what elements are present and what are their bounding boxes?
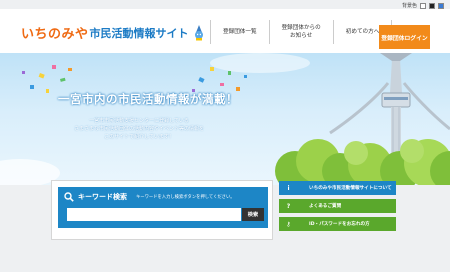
search-button[interactable]: 検索 [242,208,264,221]
nav-group-news[interactable]: 登録団体からの お知らせ [268,20,333,44]
nav-registered-groups[interactable]: 登録団体一覧 [210,20,269,44]
info-links: i いちのみや市民活動情報サイトについて ? よくあるご質問 ⚷ ID・パスワー… [279,181,396,235]
keyword-search-box: キーワード検索 キーワードを入力し検索ボタンを押してください。 検索 [58,187,268,228]
hero-desc-line: このサイトで紹介しています！ [104,134,174,140]
search-title: キーワード検索 [78,193,127,201]
bg-color-switcher: 背景色 [402,2,444,9]
mascot-icon [194,24,203,40]
search-header: キーワード検索 キーワードを入力し検索ボタンを押してください。 [64,192,235,202]
bg-color-label: 背景色 [401,3,417,9]
hero-desc-line: さまざまな市民活動団体の活動内容やイベント等の情報を [73,126,204,132]
search-hint: キーワードを入力し検索ボタンを押してください。 [136,195,235,200]
bg-color-black-button[interactable] [429,2,435,9]
trees [275,139,450,185]
about-site-link[interactable]: i いちのみや市民活動情報サイトについて [279,181,396,195]
faq-link[interactable]: ? よくあるご質問 [279,199,396,213]
bg-color-white-button[interactable] [420,2,426,9]
keyword-search-input[interactable] [67,208,241,221]
question-icon: ? [286,203,291,210]
nav-item-label: 初めての方へ [345,29,380,35]
link-label: いちのみや市民活動情報サイトについて [309,186,392,191]
site-logo[interactable]: いちのみや 市民活動情報サイト [21,23,206,42]
logo-main-text: いちのみや [21,27,89,42]
bg-color-blue-button[interactable] [438,2,444,9]
hero-banner: 一宮市内の市民活動情報が満載！ 一宮市市民活動支援センターに登録している さまざ… [0,53,450,185]
key-icon: ⚷ [286,221,291,228]
search-icon [64,192,74,202]
nav-item-label: 登録団体一覧 [223,29,257,35]
info-icon: i [287,185,290,192]
keyword-search-panel: キーワード検索 キーワードを入力し検索ボタンを押してください。 検索 [51,180,273,240]
nav-item-label: 登録団体からの お知らせ [281,25,321,39]
site-header: いちのみや 市民活動情報サイト 登録団体一覧 登録団体からの お知らせ 初めての… [0,9,450,53]
group-login-button[interactable]: 登録団体ログイン [379,25,430,49]
link-label: ID・パスワードをお忘れの方 [309,222,370,227]
hero-description: 一宮市市民活動支援センターに登録している さまざまな市民活動団体の活動内容やイベ… [54,117,224,141]
logo-sub-text: 市民活動情報サイト [89,26,189,40]
forgot-password-link[interactable]: ⚷ ID・パスワードをお忘れの方 [279,217,396,231]
link-label: よくあるご質問 [309,204,342,209]
hero-desc-line: 一宮市市民活動支援センターに登録している [89,118,189,124]
hero-title: 一宮市内の市民活動情報が満載！ [58,92,238,106]
main-nav: 登録団体一覧 登録団体からの お知らせ 初めての方へ [210,20,393,44]
